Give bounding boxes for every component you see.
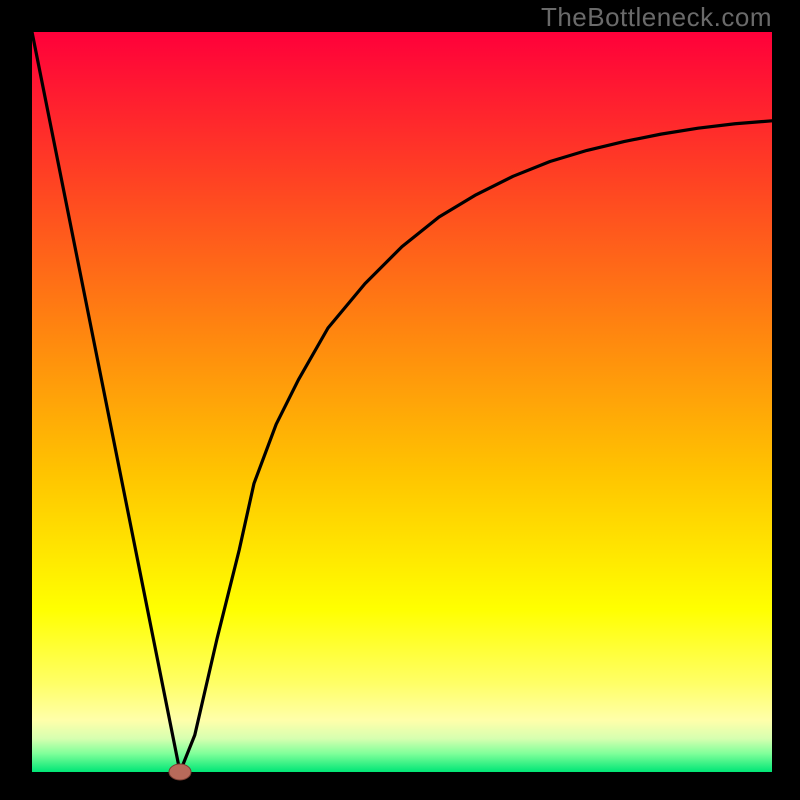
plot-background [32, 32, 772, 772]
bottleneck-chart: TheBottleneck.com [0, 0, 800, 800]
watermark-label: TheBottleneck.com [541, 2, 772, 33]
chart-svg [0, 0, 800, 800]
minimum-marker [169, 764, 191, 780]
